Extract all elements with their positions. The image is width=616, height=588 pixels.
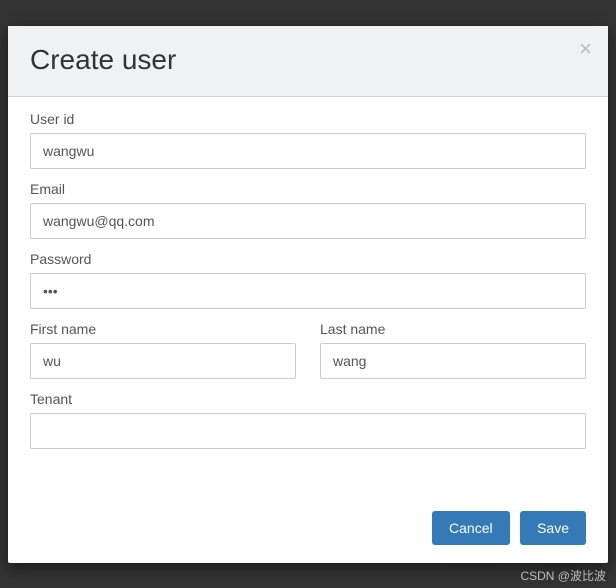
first-name-group: First name bbox=[30, 321, 296, 379]
user-id-label: User id bbox=[30, 111, 586, 127]
user-id-input[interactable] bbox=[30, 133, 586, 169]
password-input[interactable] bbox=[30, 273, 586, 309]
first-name-label: First name bbox=[30, 321, 296, 337]
tenant-label: Tenant bbox=[30, 391, 586, 407]
last-name-group: Last name bbox=[320, 321, 586, 379]
save-button[interactable]: Save bbox=[520, 511, 586, 545]
modal-title: Create user bbox=[30, 44, 586, 76]
first-name-input[interactable] bbox=[30, 343, 296, 379]
modal-body: User id Email Password First name Last n… bbox=[8, 97, 608, 469]
cancel-button[interactable]: Cancel bbox=[432, 511, 510, 545]
close-icon[interactable]: × bbox=[579, 38, 592, 60]
modal-footer: Cancel Save bbox=[8, 497, 608, 563]
watermark: CSDN @波比波 bbox=[520, 567, 606, 584]
tenant-group: Tenant bbox=[30, 391, 586, 449]
password-label: Password bbox=[30, 251, 586, 267]
email-group: Email bbox=[30, 181, 586, 239]
name-row: First name Last name bbox=[30, 321, 586, 391]
user-id-group: User id bbox=[30, 111, 586, 169]
password-group: Password bbox=[30, 251, 586, 309]
create-user-modal: Create user × User id Email Password Fir… bbox=[8, 26, 608, 563]
last-name-input[interactable] bbox=[320, 343, 586, 379]
modal-header: Create user × bbox=[8, 26, 608, 97]
email-input[interactable] bbox=[30, 203, 586, 239]
tenant-input[interactable] bbox=[30, 413, 586, 449]
email-label: Email bbox=[30, 181, 586, 197]
last-name-label: Last name bbox=[320, 321, 586, 337]
